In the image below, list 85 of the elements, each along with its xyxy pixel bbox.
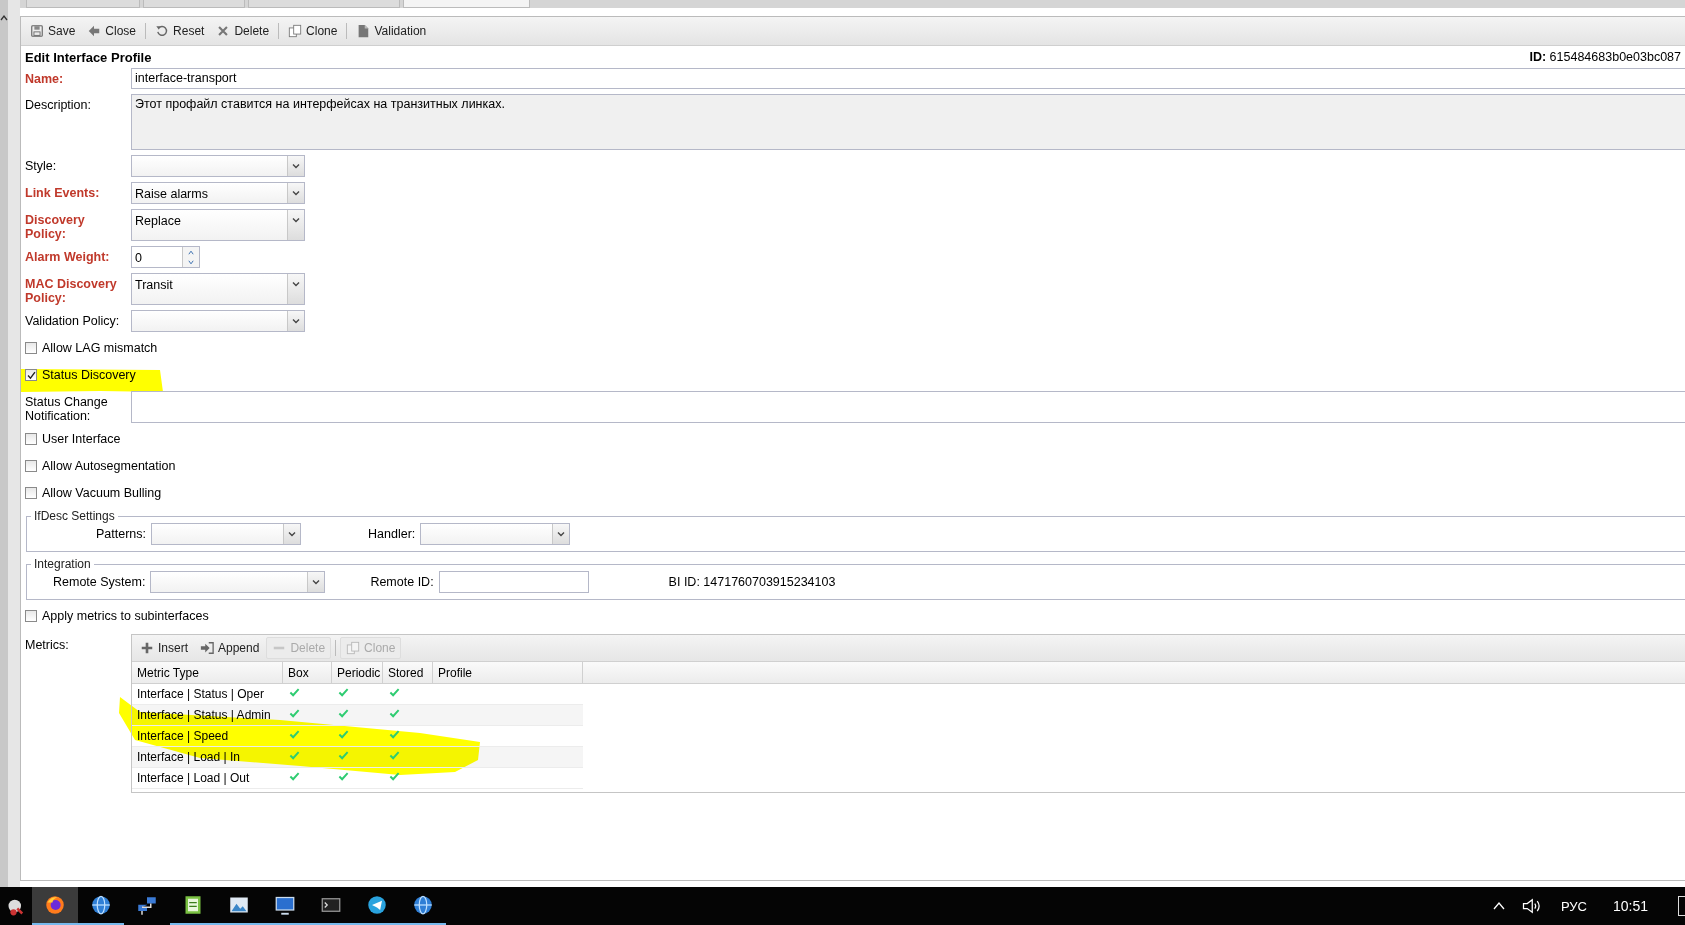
form-title: Edit Interface Profile bbox=[25, 49, 152, 65]
checkbox-label: Allow Vacuum Bulling bbox=[42, 486, 162, 500]
dropdown-field[interactable] bbox=[131, 310, 305, 332]
checkbox[interactable] bbox=[25, 460, 37, 472]
clock[interactable]: 10:51 bbox=[1612, 898, 1648, 914]
record-id: ID: 615484683b0e03bc087 bbox=[1529, 50, 1681, 64]
image-icon[interactable] bbox=[229, 895, 249, 915]
scrollbar[interactable] bbox=[0, 0, 20, 887]
field-label: Name: bbox=[25, 71, 65, 88]
floppy-icon bbox=[30, 24, 44, 38]
field-label: Discovery Policy: bbox=[25, 212, 86, 241]
field-label: Remote System: bbox=[53, 575, 146, 589]
copy-icon bbox=[288, 24, 303, 38]
table-cell-text: Interface | Load | Out bbox=[136, 770, 251, 787]
dropdown-field[interactable]: Raise alarms bbox=[131, 182, 305, 204]
reset-button[interactable]: Reset bbox=[150, 20, 210, 42]
validation-button[interactable]: Validation bbox=[351, 20, 432, 42]
checkbox[interactable] bbox=[25, 487, 37, 499]
checkbox-label: Allow LAG mismatch bbox=[42, 341, 158, 355]
checkbox[interactable] bbox=[25, 342, 37, 354]
field-label: Description: bbox=[25, 97, 92, 114]
group-legend: Integration bbox=[31, 557, 94, 571]
field-label: Handler: bbox=[368, 527, 416, 541]
delete-button[interactable]: Delete bbox=[211, 20, 275, 42]
speaker-icon[interactable] bbox=[1520, 896, 1541, 916]
group-legend: IfDesc Settings bbox=[31, 509, 118, 523]
number-field[interactable]: 0 bbox=[131, 246, 200, 268]
dropdown-field[interactable]: Transit bbox=[131, 273, 305, 305]
field-label: MAC Discovery Policy: bbox=[25, 276, 118, 305]
column-header[interactable]: Stored bbox=[383, 662, 433, 683]
info-text: BI ID: 1471760703915234103 bbox=[668, 575, 836, 589]
column-header[interactable]: Periodic bbox=[332, 662, 383, 683]
checkmark-icon bbox=[25, 369, 37, 381]
checkbox[interactable] bbox=[25, 369, 37, 381]
language-indicator[interactable]: РУС bbox=[1560, 898, 1587, 914]
notification-button[interactable] bbox=[1678, 896, 1685, 916]
globe-icon[interactable] bbox=[413, 895, 433, 915]
dropdown-field[interactable]: Replace bbox=[131, 209, 305, 241]
monitor-icon[interactable] bbox=[275, 895, 295, 915]
paper-plane-icon[interactable] bbox=[367, 895, 387, 915]
field-label: Remote ID: bbox=[370, 575, 434, 589]
field-label: Link Events: bbox=[25, 185, 101, 202]
table-cell-text: Interface | Status | Oper bbox=[136, 686, 265, 703]
firefox-icon[interactable] bbox=[45, 895, 65, 915]
field-label: Alarm Weight: bbox=[25, 249, 111, 266]
document-icon bbox=[356, 24, 371, 38]
field-label: Validation Policy: bbox=[25, 313, 121, 330]
arrow-into-box-icon bbox=[200, 641, 214, 655]
text-field[interactable] bbox=[131, 391, 1685, 423]
field-label: Metrics: bbox=[25, 637, 70, 654]
checkbox-label: Allow Autosegmentation bbox=[42, 459, 176, 473]
tab[interactable] bbox=[403, 0, 530, 8]
copy-icon bbox=[346, 641, 361, 655]
close-button[interactable]: Close bbox=[82, 20, 142, 42]
grid-row[interactable]: Interface | Status | Oper bbox=[132, 684, 583, 705]
field-label: Style: bbox=[25, 158, 58, 175]
clone-button[interactable]: Clone bbox=[283, 20, 343, 42]
field-label: Status Change Notification: bbox=[25, 394, 109, 423]
plus-icon bbox=[140, 641, 154, 655]
column-header[interactable]: Metric Type bbox=[132, 662, 283, 683]
text-field[interactable] bbox=[438, 571, 589, 593]
computers-icon[interactable] bbox=[137, 896, 157, 916]
checkbox[interactable] bbox=[25, 433, 37, 445]
checkbox[interactable] bbox=[25, 610, 37, 622]
dropdown-field[interactable] bbox=[150, 571, 326, 593]
text-area[interactable]: Этот профайл ставится на интерфейсах на транзитных линках. bbox=[131, 94, 1685, 150]
terminal-icon[interactable] bbox=[321, 895, 341, 915]
text-field[interactable]: interface-transport bbox=[131, 68, 1685, 89]
checkbox-label: Apply metrics to subinterfaces bbox=[42, 609, 209, 623]
column-header[interactable]: Profile bbox=[433, 662, 583, 683]
globe-icon[interactable] bbox=[91, 895, 111, 915]
checkbox-label: User Interface bbox=[42, 432, 121, 446]
column-header[interactable]: Box bbox=[283, 662, 332, 683]
notepad-icon[interactable] bbox=[183, 895, 203, 915]
circular-arrow-icon bbox=[155, 24, 170, 38]
field-label: Patterns: bbox=[96, 527, 147, 541]
dropdown-field[interactable] bbox=[420, 523, 571, 545]
checkbox-label: Status Discovery bbox=[42, 368, 136, 382]
left-arrow-icon bbox=[87, 24, 102, 38]
dropdown-field[interactable] bbox=[151, 523, 302, 545]
append-button[interactable]: Append bbox=[195, 637, 265, 659]
table-cell-text: Interface | Speed bbox=[136, 728, 230, 745]
insert-button[interactable]: Insert bbox=[135, 637, 193, 659]
dropdown-field[interactable] bbox=[131, 155, 305, 177]
save-button[interactable]: Save bbox=[25, 20, 81, 42]
